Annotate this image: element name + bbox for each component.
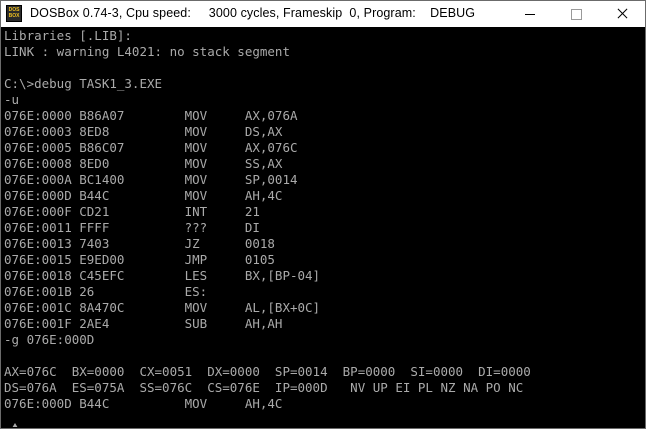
dosbox-icon-label: DOS BOX <box>8 7 20 19</box>
terminal-line: 076E:0005 B86C07 MOV AX,076C <box>4 140 298 155</box>
dosbox-app-icon[interactable]: DOS BOX <box>6 5 22 22</box>
minimize-button[interactable] <box>507 1 553 27</box>
terminal-line: 076E:0008 8ED0 MOV SS,AX <box>4 156 283 171</box>
resize-grip-icon <box>12 423 18 427</box>
terminal-line: -u <box>4 92 20 107</box>
terminal-line: 076E:001F 2AE4 SUB AH,AH <box>4 316 283 331</box>
terminal-line: 076E:0003 8ED8 MOV DS,AX <box>4 124 283 139</box>
terminal-line: 076E:0015 E9ED00 JMP 0105 <box>4 252 275 267</box>
maximize-button[interactable] <box>553 1 599 27</box>
terminal-screen[interactable]: - Libraries [.LIB]:LINK : warning L4021:… <box>2 27 642 427</box>
close-button[interactable] <box>599 1 645 27</box>
terminal-line: 076E:000D B44C MOV AH,4C <box>4 396 283 411</box>
terminal-line: C:\>debug TASK1_3.EXE <box>4 76 163 91</box>
terminal-line: 076E:001C 8A470C MOV AL,[BX+0C] <box>4 300 321 315</box>
terminal-line: 076E:001B 26 ES: <box>4 284 208 299</box>
window-title: DOSBox 0.74-3, Cpu speed: 3000 cycles, F… <box>30 6 476 20</box>
terminal-line: 076E:000A BC1400 MOV SP,0014 <box>4 172 298 187</box>
terminal-line: LINK : warning L4021: no stack segment <box>4 44 290 59</box>
terminal-line: 076E:0013 7403 JZ 0018 <box>4 236 275 251</box>
terminal-line: DS=076A ES=075A SS=076C CS=076E IP=000D … <box>4 380 524 395</box>
dosbox-window: DOS BOX DOSBox 0.74-3, Cpu speed: 3000 c… <box>0 0 646 429</box>
terminal-line: 076E:0000 B86A07 MOV AX,076A <box>4 108 298 123</box>
terminal-line: 076E:0011 FFFF ??? DI <box>4 220 260 235</box>
terminal-line: AX=076C BX=0000 CX=0051 DX=0000 SP=0014 … <box>4 364 531 379</box>
terminal-line: 076E:000F CD21 INT 21 <box>4 204 260 219</box>
terminal-line: -g 076E:000D <box>4 332 95 347</box>
terminal-line: Libraries [.LIB]: <box>4 28 132 43</box>
title-bar[interactable]: DOS BOX DOSBox 0.74-3, Cpu speed: 3000 c… <box>1 1 645 27</box>
command-prompt[interactable]: - <box>4 412 57 427</box>
terminal-line: 076E:000D B44C MOV AH,4C <box>4 188 283 203</box>
terminal-line: 076E:0018 C45EFC LES BX,[BP-04] <box>4 268 321 283</box>
